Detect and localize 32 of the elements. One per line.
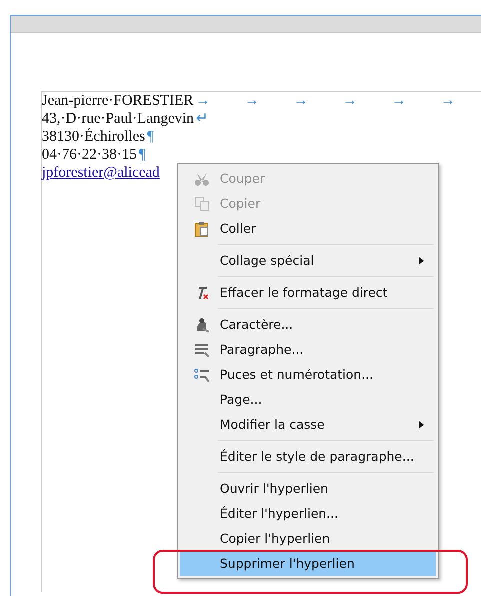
formatting-mark: → (342, 92, 358, 110)
address-line: 38130·Échirolles (42, 128, 146, 146)
formatting-mark: ¶ (138, 146, 146, 164)
menu-item[interactable]: Éditer le style de paragraphe... (180, 444, 436, 469)
address-line: 43,·D·rue·Paul·Langevin (42, 110, 194, 128)
menu-item[interactable]: Supprimer l'hyperlien (180, 551, 436, 576)
menu-item[interactable]: Effacer le formatage direct (180, 280, 436, 305)
email-link[interactable]: jpforestier@alicead (42, 164, 160, 182)
address-line: Jean-pierre·FORESTIER (42, 92, 194, 110)
menu-item[interactable]: Collage spécial (180, 248, 436, 273)
clipboard-icon (194, 220, 210, 236)
paragraph-icon (194, 342, 210, 358)
menu-item[interactable]: Copier l'hyperlien (180, 526, 436, 551)
menu-item[interactable]: Coller (180, 216, 436, 241)
address-line: 04·76·22·38·15 (42, 146, 137, 164)
formatting-mark: → (440, 92, 456, 110)
menu-item[interactable]: Ouvrir l'hyperlien (180, 476, 436, 501)
copy-icon (194, 196, 210, 212)
menu-item[interactable]: Paragraphe... (180, 337, 436, 362)
formatting-mark: → (392, 92, 407, 110)
formatting-mark: → (244, 92, 260, 110)
formatting-mark: ↵ (196, 110, 210, 128)
character-icon (194, 316, 210, 332)
menu-item[interactable]: Éditer l'hyperlien... (180, 501, 436, 526)
menu-item[interactable]: Page... (180, 387, 436, 412)
formatting-mark: → (294, 92, 309, 110)
menu-item[interactable]: Puces et numérotation... (180, 362, 436, 387)
formatting-mark: → (196, 92, 211, 110)
bullet-list-icon (194, 366, 210, 382)
menu-item[interactable]: Caractère... (180, 312, 436, 337)
formatting-mark: ¶ (147, 128, 154, 146)
menu-item[interactable]: Modifier la casse (180, 412, 436, 437)
